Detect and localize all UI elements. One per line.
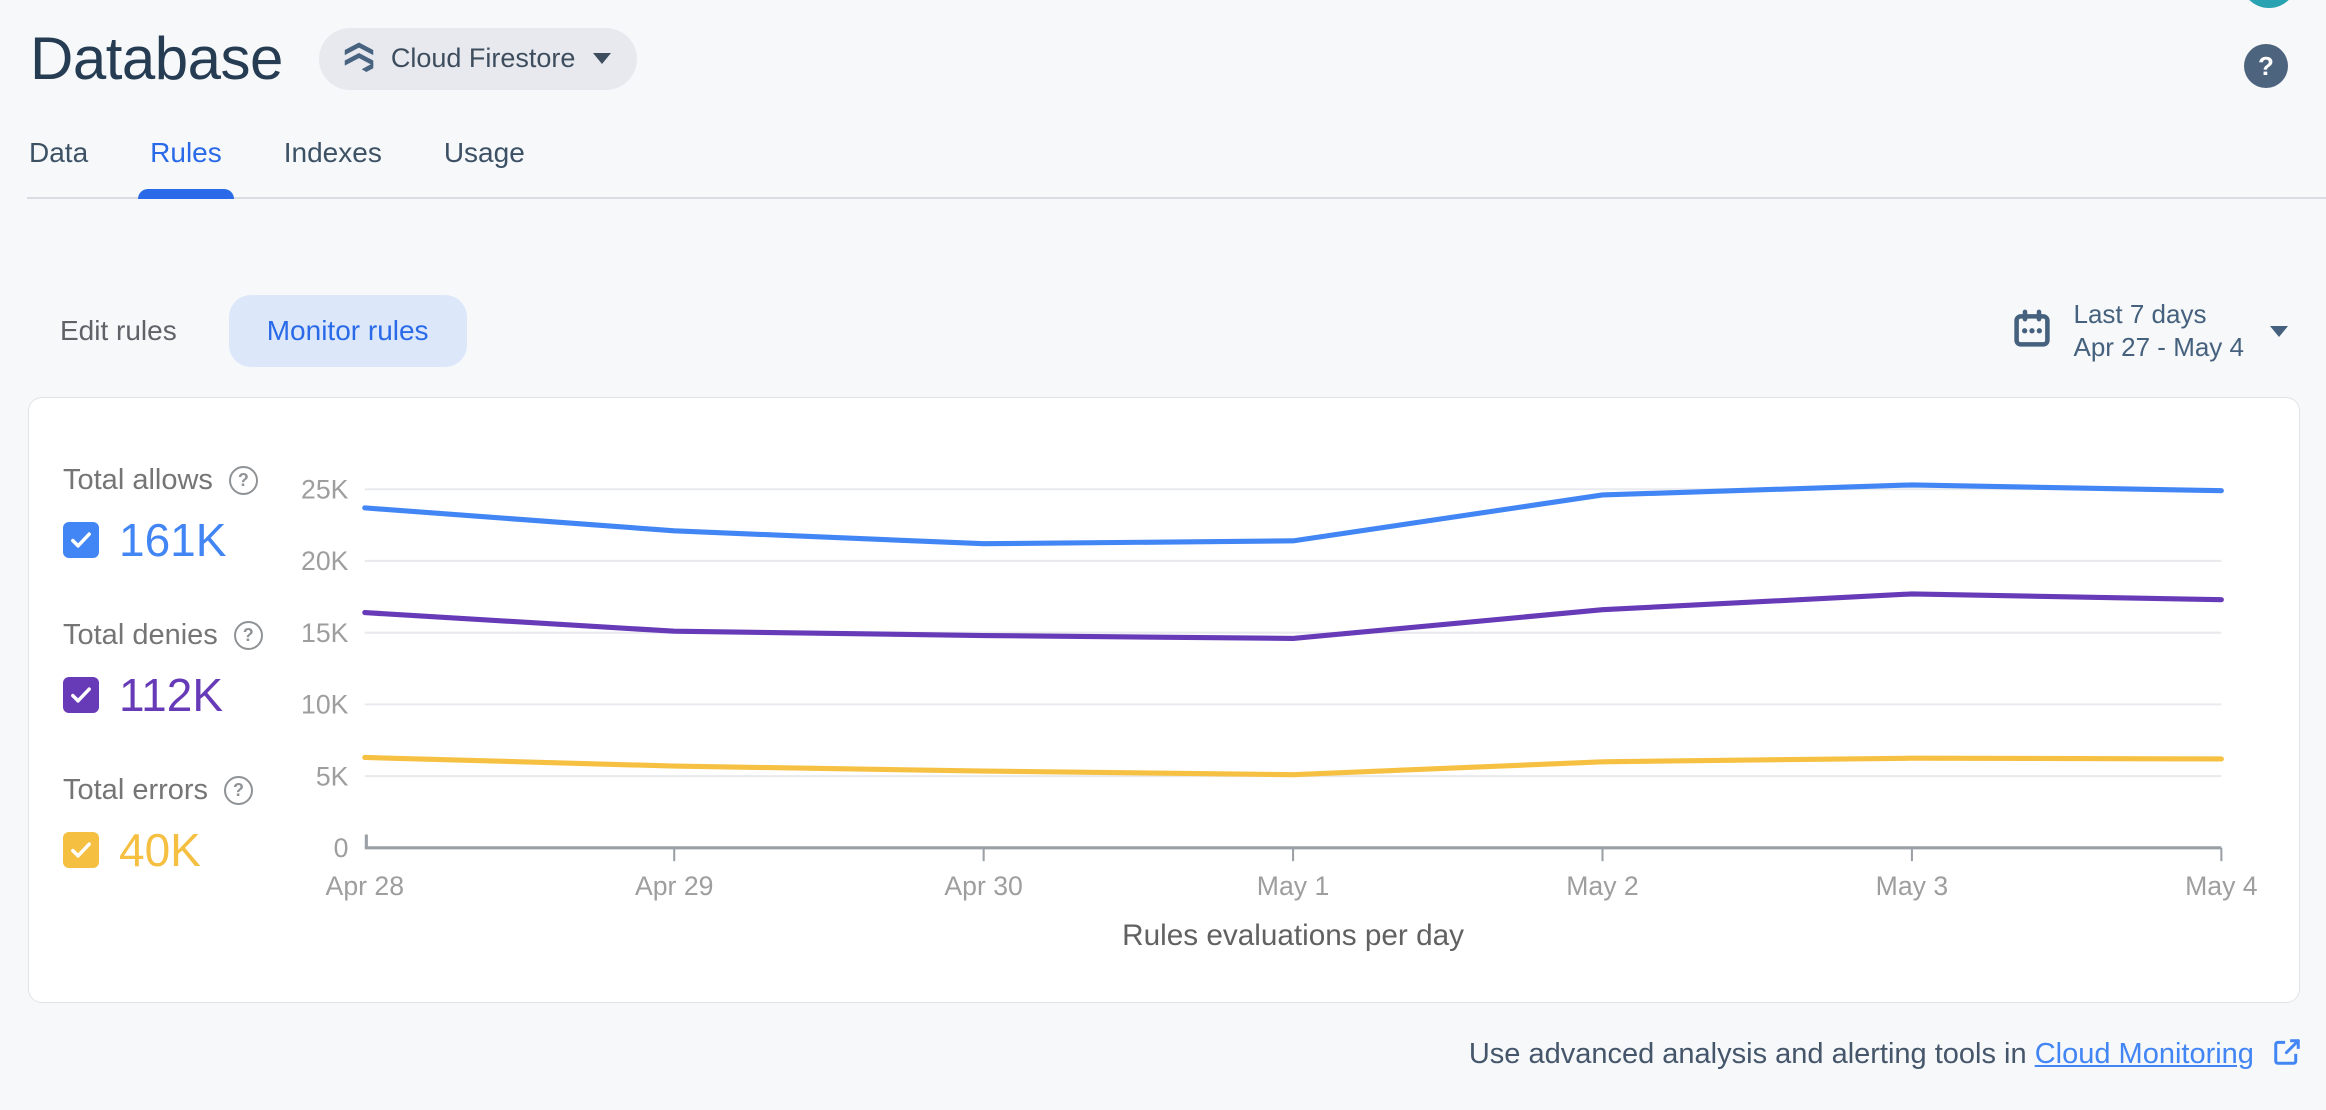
legend-label: Total allows xyxy=(63,464,213,496)
footer-text: Use advanced analysis and alerting tools… xyxy=(1468,1038,2027,1070)
svg-text:May 4: May 4 xyxy=(2185,871,2258,901)
allows-checkbox[interactable] xyxy=(63,522,99,558)
tab-data[interactable]: Data xyxy=(27,137,90,197)
date-range-dates: Apr 27 - May 4 xyxy=(2073,332,2244,362)
legend-total-allows: Total allows ? 161K xyxy=(63,464,291,567)
svg-text:Apr 28: Apr 28 xyxy=(326,871,404,901)
chevron-down-icon xyxy=(2270,325,2288,337)
tab-indexes[interactable]: Indexes xyxy=(282,137,384,197)
svg-text:10K: 10K xyxy=(301,690,349,720)
date-range-preset: Last 7 days xyxy=(2073,299,2207,329)
cloud-monitoring-link[interactable]: Cloud Monitoring xyxy=(2035,1038,2254,1070)
calendar-icon xyxy=(2011,308,2053,355)
rules-controls-row: Edit rules Monitor rules Last 7 days Apr… xyxy=(60,295,2288,367)
help-button[interactable]: ? xyxy=(2244,44,2288,88)
svg-text:Rules evaluations per day: Rules evaluations per day xyxy=(1122,919,1464,952)
svg-text:Apr 30: Apr 30 xyxy=(944,871,1022,901)
firestore-icon xyxy=(341,38,377,79)
question-mark-icon: ? xyxy=(2258,50,2274,81)
footer-note: Use advanced analysis and alerting tools… xyxy=(0,1037,2302,1075)
svg-text:20K: 20K xyxy=(301,546,349,576)
help-icon[interactable]: ? xyxy=(224,776,254,805)
help-icon[interactable]: ? xyxy=(228,466,258,495)
svg-text:0: 0 xyxy=(334,833,349,863)
monitor-rules-button[interactable]: Monitor rules xyxy=(228,295,467,367)
date-range-text: Last 7 days Apr 27 - May 4 xyxy=(2073,298,2244,364)
svg-text:5K: 5K xyxy=(316,761,349,791)
help-icon[interactable]: ? xyxy=(233,621,263,650)
denies-checkbox[interactable] xyxy=(63,677,99,713)
denies-value: 112K xyxy=(119,669,224,721)
svg-text:25K: 25K xyxy=(301,474,349,504)
page-title: Database xyxy=(30,25,283,92)
chart-area: 0 5K 10K 15K 20K 25K Apr 28 Apr 29 Apr 30 May 1 Ma… xyxy=(291,398,2299,1002)
errors-value: 40K xyxy=(119,824,201,876)
chevron-down-icon xyxy=(593,53,612,64)
page-header: ? Database Cloud Firestore xyxy=(0,0,2326,93)
legend-label: Total denies xyxy=(63,619,218,651)
rules-monitoring-card: Total allows ? 161K Total denies ? 112K xyxy=(28,397,2300,1003)
edit-rules-button[interactable]: Edit rules xyxy=(60,315,177,347)
tab-bar: Data Rules Indexes Usage xyxy=(27,137,2326,199)
chart-legend: Total allows ? 161K Total denies ? 112K xyxy=(29,398,291,1002)
product-chip-label: Cloud Firestore xyxy=(390,43,576,73)
product-selector-chip[interactable]: Cloud Firestore xyxy=(318,27,638,90)
allows-value: 161K xyxy=(119,514,227,566)
user-avatar[interactable] xyxy=(2240,0,2298,8)
svg-text:15K: 15K xyxy=(301,618,349,648)
tab-usage[interactable]: Usage xyxy=(442,137,527,197)
legend-total-denies: Total denies ? 112K xyxy=(63,619,291,722)
legend-label: Total errors xyxy=(63,774,209,806)
tab-rules[interactable]: Rules xyxy=(138,137,234,199)
svg-text:May 2: May 2 xyxy=(1566,871,1639,901)
svg-text:Apr 29: Apr 29 xyxy=(635,871,713,901)
rules-evaluations-chart: 0 5K 10K 15K 20K 25K Apr 28 Apr 29 Apr 30 May 1 Ma… xyxy=(301,474,2258,952)
legend-total-errors: Total errors ? 40K xyxy=(63,774,291,877)
errors-checkbox[interactable] xyxy=(63,832,99,868)
svg-text:May 1: May 1 xyxy=(1257,871,1330,901)
external-link-icon[interactable] xyxy=(2272,1037,2302,1075)
svg-text:May 3: May 3 xyxy=(1876,871,1949,901)
date-range-selector[interactable]: Last 7 days Apr 27 - May 4 xyxy=(2011,298,2288,364)
